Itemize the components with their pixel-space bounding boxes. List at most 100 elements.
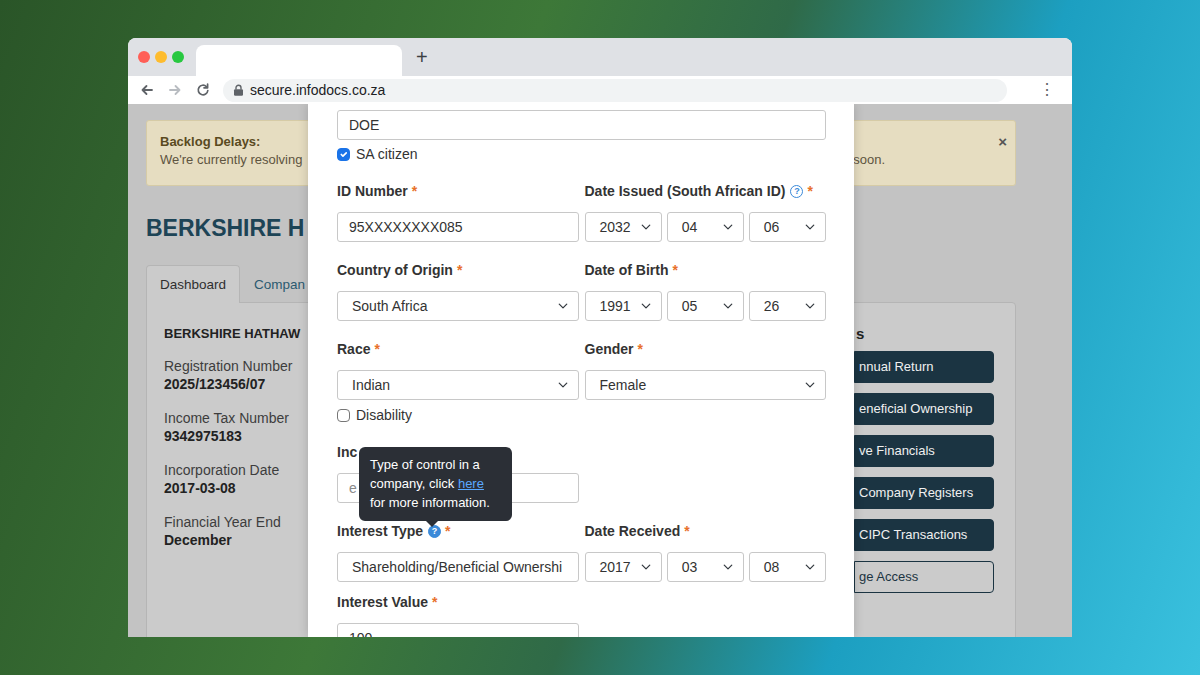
field-label: Race* — [337, 339, 579, 360]
minimize-dot-icon[interactable] — [155, 51, 167, 63]
input-item — [337, 110, 826, 140]
url-text[interactable]: secure.infodocs.co.za — [250, 80, 385, 101]
date-selects: 20320406 — [585, 212, 827, 242]
address-bar[interactable]: secure.infodocs.co.za — [223, 79, 1007, 102]
form-field: ID Number* — [337, 181, 579, 242]
form-field: Date Issued (South African ID)?* 20320406 — [585, 181, 827, 242]
company-field: Income Tax Number9342975183 — [164, 409, 300, 445]
row-item: Country of Origin*South AfricaDate of Bi… — [337, 260, 826, 321]
label-text: Interest Type — [337, 521, 423, 542]
date-part-select[interactable]: 03 — [667, 552, 744, 582]
banner-text: We're currently resolving — [160, 151, 302, 169]
tooltip: Type of control in a company, click here… — [359, 447, 512, 521]
field-label: Registration Number — [164, 357, 300, 375]
banner-title: Backlog Delays: — [160, 133, 260, 151]
label-text: Country of Origin — [337, 260, 453, 281]
checkbox[interactable] — [337, 409, 350, 422]
date-part-select[interactable]: 08 — [749, 552, 826, 582]
action-button[interactable]: ve Financials — [854, 435, 994, 467]
help-icon[interactable]: ? — [790, 185, 803, 198]
banner-close-button[interactable]: × — [995, 133, 1010, 151]
date-part-select[interactable]: 26 — [749, 291, 826, 321]
page-tab[interactable]: Dashboard — [146, 265, 240, 303]
company-field: Registration Number2025/123456/07 — [164, 357, 300, 393]
form-field: Race* Indian — [337, 339, 579, 400]
back-arrow-icon[interactable] — [140, 83, 154, 97]
date-part-select[interactable]: 2017 — [585, 552, 662, 582]
checkbox-row[interactable]: Disability — [337, 405, 826, 425]
field-value: 2017-03-08 — [164, 479, 300, 497]
actions-column: s nnual Return eneficial Ownership ve Finan… — [854, 325, 994, 637]
browser-tab-strip: + — [128, 38, 1072, 76]
forward-arrow-icon[interactable] — [168, 83, 182, 97]
beneficial-owner-modal: SA citizenID Number*Date Issued (South A… — [308, 104, 854, 637]
field-label: Country of Origin* — [337, 260, 579, 281]
browser-menu-button[interactable]: ⋮ — [1036, 80, 1058, 100]
checkbox-item: Disability — [337, 405, 826, 425]
field-label: Income Tax Number — [164, 409, 300, 427]
action-button[interactable]: nnual Return — [854, 351, 994, 383]
text-input[interactable] — [337, 212, 579, 242]
field-label: Date Issued (South African ID)?* — [585, 181, 827, 202]
checkbox-label[interactable]: Disability — [356, 405, 412, 425]
row-item: Interest Value* — [337, 592, 826, 637]
required-mark: * — [684, 521, 689, 542]
text-input[interactable] — [337, 623, 579, 637]
date-selects: 20170308 — [585, 552, 827, 582]
surname-input[interactable] — [337, 110, 826, 140]
form-field: Date of Birth* 19910526 — [585, 260, 827, 321]
select-dropdown[interactable]: Female — [585, 370, 827, 400]
label-text: Inc — [337, 442, 357, 463]
label-text: Gender — [585, 339, 634, 360]
checkbox-row[interactable]: SA citizen — [337, 144, 826, 164]
checkbox[interactable] — [337, 148, 350, 161]
company-name: BERKSHIRE HATHAW — [164, 325, 300, 343]
action-button[interactable]: CIPC Transactions — [854, 519, 994, 551]
form-field: Country of Origin* South Africa — [337, 260, 579, 321]
field-label: Date of Birth* — [585, 260, 827, 281]
action-button[interactable]: eneficial Ownership — [854, 393, 994, 425]
close-dot-icon[interactable] — [138, 51, 150, 63]
field-row: Interest Type?*Shareholding/Beneficial O… — [337, 521, 826, 582]
date-part-select[interactable]: 1991 — [585, 291, 662, 321]
field-label: Date Received* — [585, 521, 827, 542]
date-part-select[interactable]: 05 — [667, 291, 744, 321]
window-controls — [138, 51, 184, 63]
tooltip-text: for more information. — [370, 495, 490, 510]
field-label: ID Number* — [337, 181, 579, 202]
checkbox-label[interactable]: SA citizen — [356, 144, 417, 164]
web-page: Backlog Delays: × We're currently resolvi… — [128, 104, 1072, 637]
browser-window: + secure.infodocs.co.za ⋮ Backlog Delays… — [128, 38, 1072, 637]
field-value: 2025/123456/07 — [164, 375, 300, 393]
row-item: Race*IndianGender*Female — [337, 339, 826, 400]
actions-title: s — [854, 325, 994, 343]
field-row: Interest Value* — [337, 592, 826, 637]
tooltip-link[interactable]: here — [458, 476, 484, 491]
action-button[interactable]: Company Registers — [854, 477, 994, 509]
form-field: Gender* Female — [585, 339, 827, 400]
select-dropdown[interactable]: South Africa — [337, 291, 579, 321]
browser-tab[interactable] — [196, 45, 402, 76]
required-mark: * — [445, 521, 450, 542]
select-dropdown[interactable]: Shareholding/Beneficial Ownershi — [337, 552, 579, 582]
required-mark: * — [457, 260, 462, 281]
label-text: Race — [337, 339, 370, 360]
maximize-dot-icon[interactable] — [172, 51, 184, 63]
date-part-select[interactable]: 04 — [667, 212, 744, 242]
required-mark: * — [412, 181, 417, 202]
label-text: Interest Value — [337, 592, 428, 613]
required-mark: * — [374, 339, 379, 360]
action-button[interactable]: ge Access — [854, 561, 994, 593]
label-text: ID Number — [337, 181, 408, 202]
label-text: Date Received — [585, 521, 681, 542]
date-part-select[interactable]: 2032 — [585, 212, 662, 242]
new-tab-button[interactable]: + — [413, 46, 431, 68]
reload-icon[interactable] — [196, 83, 210, 97]
field-label: Financial Year End — [164, 513, 300, 531]
field-label: Gender* — [585, 339, 827, 360]
browser-toolbar: secure.infodocs.co.za ⋮ — [128, 76, 1072, 104]
form-field: Interest Value* — [337, 592, 579, 637]
lock-icon — [233, 84, 244, 96]
date-part-select[interactable]: 06 — [749, 212, 826, 242]
select-dropdown[interactable]: Indian — [337, 370, 579, 400]
